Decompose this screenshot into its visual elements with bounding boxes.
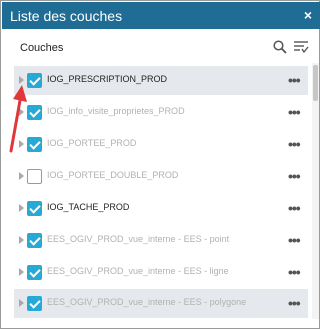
more-options-icon[interactable]: ••• (288, 200, 301, 216)
layer-name: IOG_info_visite_proprietes_PROD (47, 106, 185, 116)
expand-arrow-icon[interactable] (19, 236, 24, 244)
panel-title: Liste des couches (10, 8, 123, 24)
expand-arrow-icon[interactable] (19, 204, 24, 212)
expand-arrow-icon[interactable] (19, 172, 24, 180)
close-button[interactable]: × (304, 7, 312, 23)
layer-checkbox[interactable] (27, 296, 42, 311)
layer-name: IOG_PRESCRIPTION_PROD (47, 74, 168, 84)
layer-row[interactable]: IOG_info_visite_proprietes_PROD ••• (14, 98, 308, 127)
layer-row[interactable]: IOG_PORTEE_PROD ••• (14, 130, 308, 159)
more-options-icon[interactable]: ••• (288, 295, 301, 311)
layer-name: EES_OGIV_PROD_vue_interne - EES - ligne (47, 266, 229, 276)
vertical-scrollbar[interactable] (312, 63, 319, 319)
layer-checkbox[interactable] (27, 265, 42, 280)
layer-row[interactable]: EES_OGIV_PROD_vue_interne - EES - point … (14, 226, 308, 255)
expand-arrow-icon[interactable] (19, 268, 24, 276)
layers-label: Couches (20, 42, 64, 54)
layer-row[interactable]: IOG_PRESCRIPTION_PROD ••• (14, 66, 308, 95)
layer-name: EES_OGIV_PROD_vue_interne - EES - polygo… (47, 297, 247, 307)
layer-checkbox[interactable] (27, 233, 42, 248)
filter-list-icon[interactable] (293, 40, 309, 54)
layer-row[interactable]: IOG_PORTEE_DOUBLE_PROD ••• (14, 162, 308, 191)
layer-name: IOG_PORTEE_DOUBLE_PROD (47, 170, 179, 180)
layer-list: IOG_PRESCRIPTION_PROD ••• IOG_info_visit… (2, 63, 310, 319)
annotation-arrow-icon (9, 85, 27, 153)
layer-name: IOG_TACHE_PROD (47, 202, 130, 212)
layer-row[interactable]: EES_OGIV_PROD_vue_interne - EES - polygo… (14, 289, 308, 318)
search-icon[interactable] (273, 40, 287, 54)
layer-row[interactable]: EES_OGIV_PROD_vue_interne - EES - ligne … (14, 258, 308, 287)
more-options-icon[interactable]: ••• (288, 168, 301, 184)
more-options-icon[interactable]: ••• (288, 72, 301, 88)
layer-name: EES_OGIV_PROD_vue_interne - EES - point (47, 234, 230, 244)
layer-name: IOG_PORTEE_PROD (47, 138, 137, 148)
more-options-icon[interactable]: ••• (288, 136, 301, 152)
layer-row[interactable]: IOG_TACHE_PROD ••• (14, 194, 308, 223)
layer-checkbox[interactable] (27, 201, 42, 216)
layer-toolbar: Couches (2, 29, 320, 63)
layer-checkbox[interactable] (27, 169, 42, 184)
more-options-icon[interactable]: ••• (288, 104, 301, 120)
expand-arrow-icon[interactable] (19, 299, 24, 307)
layer-list-panel: Liste des couches × Couches IOG_PRESCRIP… (0, 0, 320, 329)
scrollbar-thumb[interactable] (313, 65, 318, 101)
more-options-icon[interactable]: ••• (288, 264, 301, 280)
panel-header: Liste des couches × (2, 2, 320, 29)
more-options-icon[interactable]: ••• (288, 232, 301, 248)
